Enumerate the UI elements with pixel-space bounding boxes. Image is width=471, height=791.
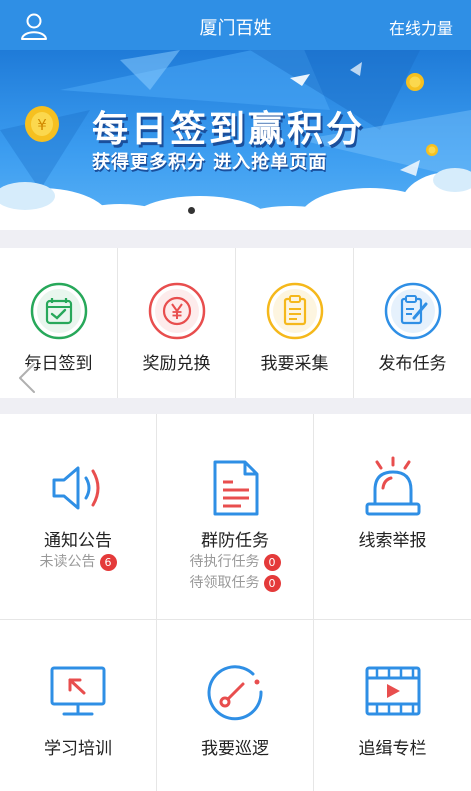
module-label: 学习培训 [44, 739, 112, 759]
claimable-tasks-row: 待领取任务 0 [157, 572, 313, 592]
calendar-check-icon [30, 282, 87, 340]
quick-actions: 每日签到 奖励兑换 我要采集 发布任务 [0, 248, 471, 398]
module-group-defense[interactable]: 群防任务 待执行任务 0 待领取任务 0 [157, 414, 314, 620]
module-label: 我要巡逻 [201, 739, 269, 759]
sign-in-banner[interactable]: ¥ 每日签到赢积分 获得更多积分 进入抢单页面 [0, 50, 471, 230]
speaker-icon [52, 466, 100, 510]
module-patrol[interactable]: 我要巡逻 [157, 620, 314, 791]
pending-tasks-badge: 0 [263, 553, 281, 571]
module-grid: 通知公告 未读公告 6 群防任务 待执行任务 0 待领取任务 0 线索举报 学习… [0, 414, 471, 791]
banner-title: 每日签到赢积分 [92, 109, 366, 150]
module-label: 追缉专栏 [358, 739, 427, 759]
claimable-tasks-label: 待领取任务 [189, 575, 260, 591]
unread-count-badge: 6 [99, 553, 117, 571]
online-power-link[interactable]: 在线力量 [389, 15, 453, 39]
coin-icon: ¥ [25, 106, 59, 142]
module-label: 群防任务 [201, 531, 269, 551]
alarm-light-icon [365, 456, 420, 516]
carousel-dot-active[interactable] [188, 207, 195, 214]
patrol-dial-icon [207, 665, 263, 721]
unread-notice-label: 未读公告 [39, 554, 96, 570]
banner-subtitle: 获得更多积分 进入抢单页面 [92, 152, 328, 173]
unread-notice-row: 未读公告 6 [0, 551, 156, 571]
module-label: 通知公告 [44, 531, 112, 551]
svg-text:¥: ¥ [37, 116, 47, 134]
carousel-dot[interactable] [201, 207, 208, 214]
clipboard-icon [266, 282, 323, 340]
module-label: 线索举报 [358, 531, 427, 551]
claimable-tasks-badge: 0 [263, 574, 281, 592]
top-navbar: 厦门百姓 在线力量 [0, 0, 471, 50]
pending-tasks-row: 待执行任务 0 [157, 551, 313, 571]
module-training[interactable]: 学习培训 [0, 620, 157, 791]
module-clue-report[interactable]: 线索举报 [314, 414, 471, 620]
quick-action-reward-exchange[interactable]: 奖励兑换 [118, 248, 236, 398]
quick-action-publish-task[interactable]: 发布任务 [354, 248, 471, 398]
back-arrow-icon[interactable] [14, 360, 42, 396]
edit-task-icon [384, 282, 441, 340]
document-icon [213, 460, 259, 516]
module-notice[interactable]: 通知公告 未读公告 6 [0, 414, 157, 620]
training-monitor-icon [50, 666, 106, 716]
quick-action-label: 发布任务 [378, 354, 447, 374]
yuan-icon [148, 282, 205, 340]
video-film-icon [365, 666, 420, 716]
pending-tasks-label: 待执行任务 [189, 554, 260, 570]
quick-action-label: 我要采集 [260, 354, 329, 374]
quick-action-collect[interactable]: 我要采集 [236, 248, 354, 398]
quick-action-label: 奖励兑换 [142, 354, 211, 374]
module-pursuit[interactable]: 追缉专栏 [314, 620, 471, 791]
